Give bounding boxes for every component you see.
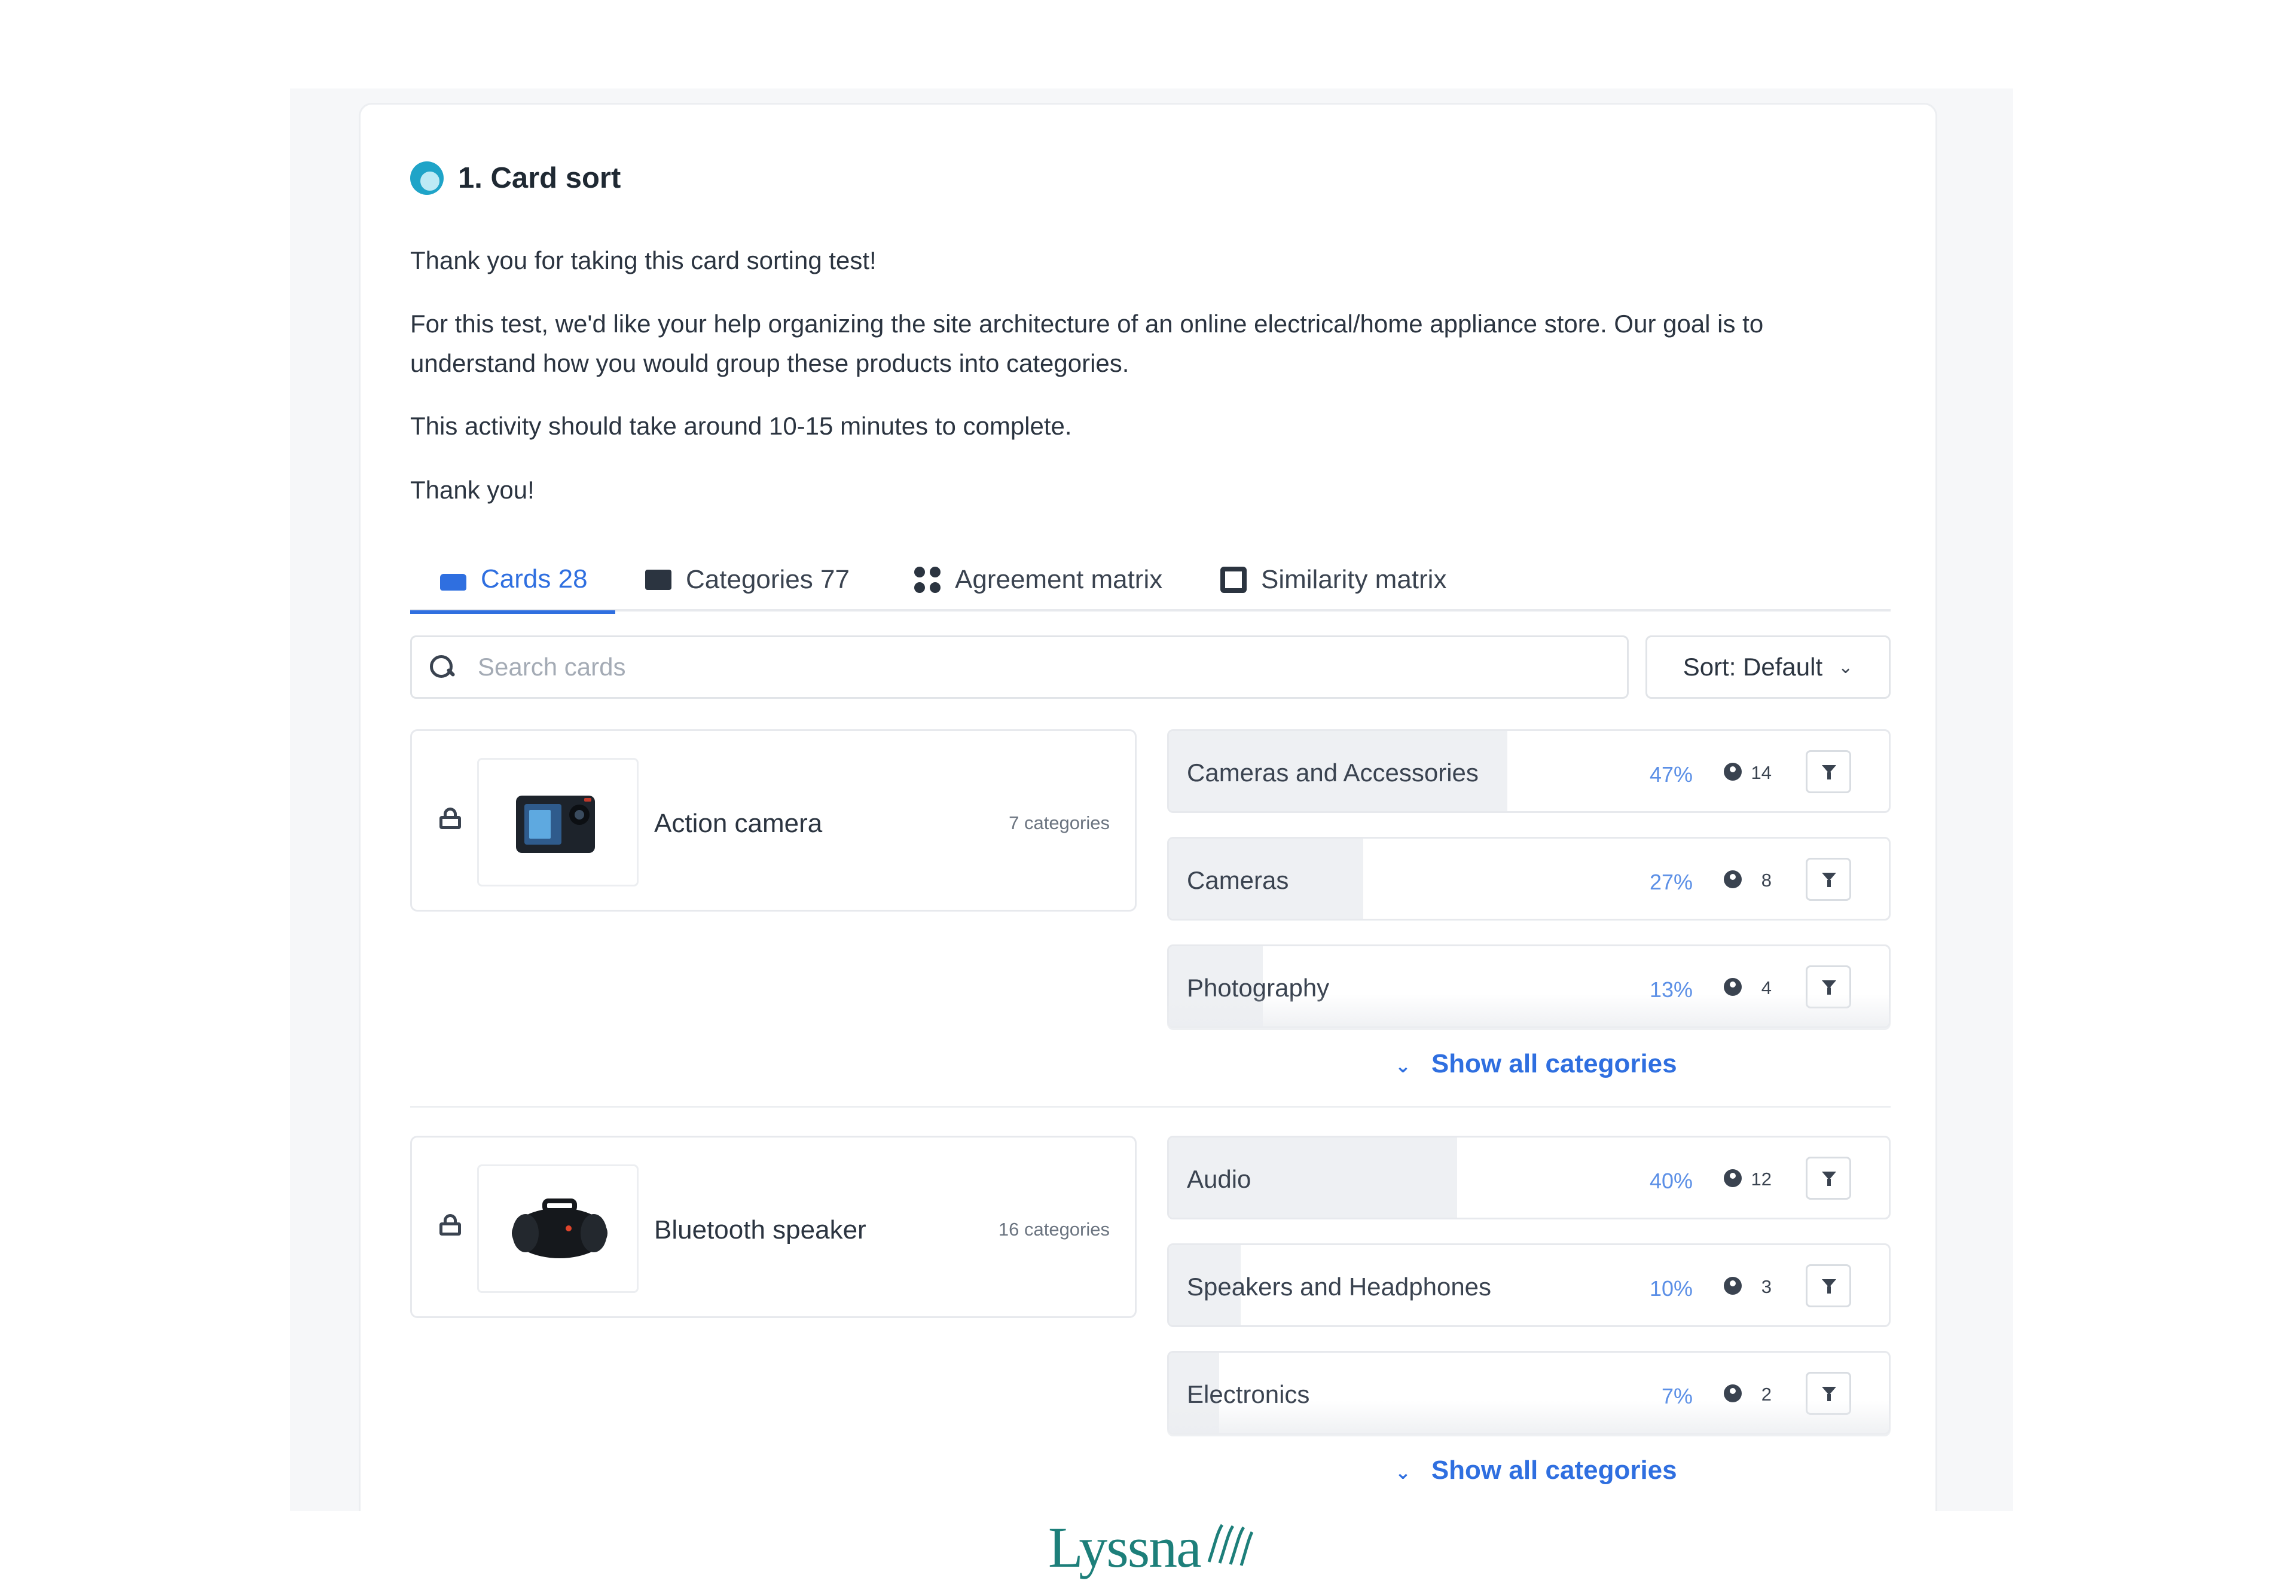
task-title: 1. Card sort [458,162,621,194]
chevron-down-icon: ⌄ [1395,1462,1411,1483]
cards-icon [440,574,466,591]
bluetooth-speaker-image [477,1164,639,1293]
user-icon [1724,870,1742,888]
chevron-down-icon: ⌄ [1395,1055,1411,1077]
category-row: Cameras 27% 8 [1167,837,1891,921]
search-icon [430,655,454,679]
card-category-count: 7 categories [1009,812,1110,833]
category-percent: 27% [1649,870,1693,894]
participant-count: 4 [1761,977,1772,998]
show-all-label: Show all categories [1431,1049,1677,1078]
filter-button[interactable] [1806,965,1851,1008]
tab-categories-label: Categories 77 [686,565,850,594]
search-box [410,635,1629,699]
tab-cards[interactable]: Cards 28 [410,548,615,614]
intro-paragraph-4: Thank you! [410,476,535,504]
category-row: Cameras and Accessories 47% 14 [1167,729,1891,813]
participant-count: 8 [1761,870,1772,891]
card-name: Bluetooth speaker [654,1215,866,1245]
category-name: Speakers and Headphones [1187,1273,1492,1301]
folder-icon [645,570,671,590]
participant-count: 14 [1751,762,1772,783]
user-icon [1724,978,1742,996]
category-percent: 10% [1649,1276,1693,1301]
sort-dropdown[interactable]: Sort: Default ⌄ [1645,635,1891,699]
tab-agreement-matrix[interactable]: Agreement matrix [914,548,1162,612]
category-name: Cameras and Accessories [1187,759,1479,787]
lyssna-logo: Lyssna [1048,1511,1254,1583]
card-sort-icon [410,161,444,195]
card-item[interactable]: Bluetooth speaker 16 categories [410,1136,1137,1318]
sort-label: Sort: Default [1683,653,1823,681]
category-row: Electronics 7% 2 [1167,1351,1891,1435]
intro-paragraph-2: For this test, we'd like your help organ… [410,310,1764,377]
filter-button[interactable] [1806,1157,1851,1200]
category-row: Photography 13% 4 [1167,944,1891,1028]
results-tabs: Cards 28 Categories 77 Agreement matrix … [410,548,1891,614]
tab-similarity-matrix[interactable]: Similarity matrix [1220,548,1446,612]
lock-icon[interactable] [439,808,461,829]
grid-icon [914,567,941,593]
tab-categories[interactable]: Categories 77 [645,548,850,612]
tab-agreement-matrix-label: Agreement matrix [955,565,1163,594]
tab-similarity-matrix-label: Similarity matrix [1261,565,1447,594]
show-all-categories-link[interactable]: ⌄ Show all categories [1395,1049,1677,1079]
category-name: Photography [1187,974,1330,1002]
intro-paragraph-3: This activity should take around 10-15 m… [410,412,1072,440]
category-name: Electronics [1187,1380,1310,1408]
filter-button[interactable] [1806,1264,1851,1307]
participant-count: 12 [1751,1169,1772,1190]
user-icon [1724,1277,1742,1295]
similarity-icon [1220,567,1247,593]
user-icon [1724,1384,1742,1402]
category-name: Audio [1187,1165,1251,1193]
card-item[interactable]: Action camera 7 categories [410,729,1137,912]
logo-waves-icon [1207,1524,1253,1566]
participant-count: 2 [1761,1384,1772,1405]
category-percent: 7% [1661,1384,1693,1408]
participant-count: 3 [1761,1276,1772,1297]
card-name: Action camera [654,809,823,838]
intro-paragraph-1: Thank you for taking this card sorting t… [410,246,877,274]
category-row: Audio 40% 12 [1167,1136,1891,1219]
logo-wordmark: Lyssna [1048,1515,1202,1579]
show-all-categories-link[interactable]: ⌄ Show all categories [1395,1456,1677,1485]
card-category-count: 16 categories [998,1219,1110,1240]
category-row: Speakers and Headphones 10% 3 [1167,1243,1891,1327]
tab-cards-label: Cards 28 [481,564,588,594]
user-icon [1724,1169,1742,1187]
category-name: Cameras [1187,866,1289,894]
filter-button[interactable] [1806,1372,1851,1415]
search-input[interactable] [478,653,1554,681]
category-percent: 13% [1649,977,1693,1002]
filter-button[interactable] [1806,858,1851,901]
lock-icon[interactable] [439,1214,461,1236]
chevron-down-icon: ⌄ [1838,657,1854,677]
show-all-label: Show all categories [1431,1456,1677,1485]
filter-button[interactable] [1806,750,1851,793]
card-divider [410,1106,1891,1108]
category-percent: 47% [1649,762,1693,787]
action-camera-image [477,758,639,886]
user-icon [1724,763,1742,781]
card-sort-panel: 1. Card sort Thank you for taking this c… [359,103,1937,1511]
task-header: 1. Card sort [410,161,621,195]
category-percent: 40% [1649,1169,1693,1193]
